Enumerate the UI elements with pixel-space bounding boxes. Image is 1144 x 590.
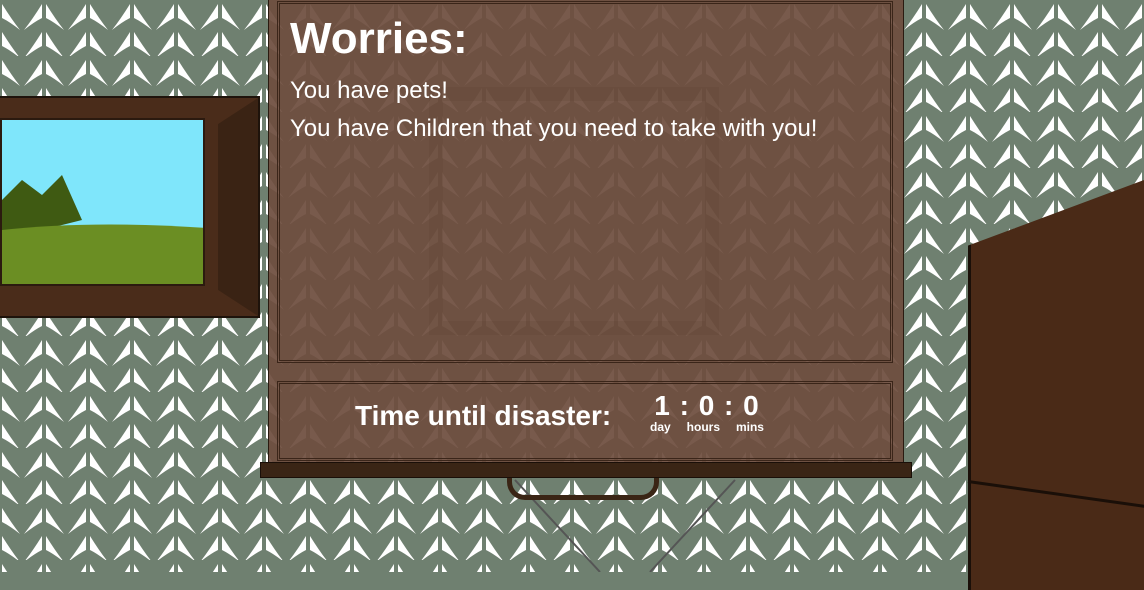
landscape-painting — [0, 118, 205, 286]
countdown-value: 1 : 0 : 0 — [654, 390, 760, 421]
worries-panel: Worries: You have pets! You have Childre… — [277, 1, 893, 363]
unit-hours: hours — [686, 420, 720, 434]
countdown-units: day hours mins — [648, 420, 766, 434]
worries-board: Worries: You have pets! You have Childre… — [268, 0, 904, 466]
worry-item-pets: You have pets! — [290, 77, 448, 104]
frame-bevel — [218, 98, 258, 316]
timer-label: Time until disaster: — [355, 400, 612, 431]
worries-list: You have pets! You have Children that yo… — [290, 72, 817, 148]
easel-handle — [507, 478, 659, 500]
disaster-timer-panel: Time until disaster: 1 : 0 : 0 day hours… — [277, 381, 893, 461]
countdown-display: 1 : 0 : 0 day hours mins — [648, 390, 766, 434]
unit-mins: mins — [735, 420, 764, 434]
worry-item-children: You have Children that you need to take … — [290, 115, 818, 142]
wall-picture-frame — [0, 96, 260, 318]
landscape-scene — [2, 120, 203, 284]
easel-tray — [260, 462, 912, 478]
worries-title: Worries: — [290, 14, 468, 63]
unit-day: day — [650, 420, 671, 434]
